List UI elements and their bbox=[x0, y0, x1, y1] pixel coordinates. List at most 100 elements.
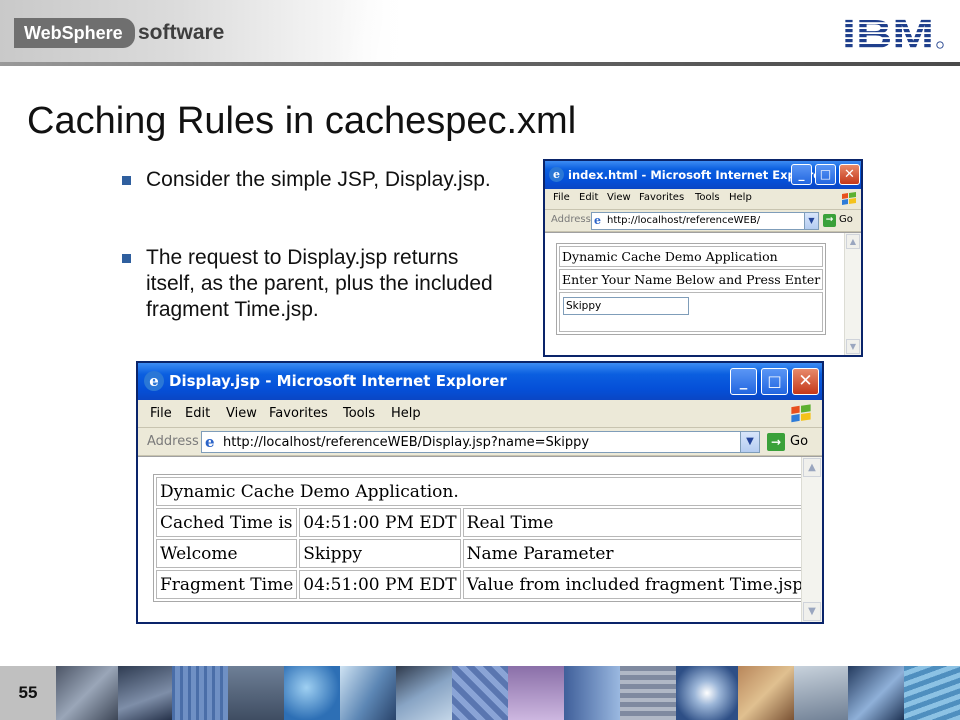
table-cell: 04:51:00 PM EDT bbox=[299, 570, 461, 599]
footer-image-tile bbox=[620, 666, 676, 720]
menu-view[interactable]: View bbox=[226, 406, 257, 421]
vertical-scrollbar[interactable]: ▲ ▼ bbox=[844, 233, 861, 355]
close-icon[interactable]: ✕ bbox=[792, 368, 819, 395]
footer-image-tile bbox=[340, 666, 396, 720]
windows-flag-icon bbox=[842, 192, 856, 205]
menu-bar: File Edit View Favorites Tools Help bbox=[545, 189, 861, 210]
table-row: Cached Time is 04:51:00 PM EDT Real Time bbox=[156, 508, 808, 537]
ie-logo-icon: e bbox=[549, 167, 564, 182]
websphere-software-label: software bbox=[138, 21, 225, 44]
bullet-item: Consider the simple JSP, Display.jsp. bbox=[122, 167, 502, 193]
menu-tools[interactable]: Tools bbox=[343, 406, 375, 421]
ie-page-icon: e bbox=[594, 214, 601, 227]
table-cell: 04:51:00 PM EDT bbox=[299, 508, 461, 537]
go-arrow-icon[interactable]: → bbox=[823, 214, 836, 227]
footer-image-tile bbox=[452, 666, 508, 720]
menu-favorites[interactable]: Favorites bbox=[639, 192, 684, 203]
results-table: Dynamic Cache Demo Application. Cached T… bbox=[153, 474, 811, 602]
close-icon[interactable]: ✕ bbox=[839, 164, 860, 185]
footer-image-tile bbox=[904, 666, 960, 720]
page-content: Dynamic Cache Demo Application. Cached T… bbox=[138, 456, 822, 622]
square-bullet-icon bbox=[122, 254, 131, 263]
address-label: Address bbox=[147, 434, 199, 449]
menu-file[interactable]: File bbox=[553, 192, 570, 203]
maximize-icon[interactable]: □ bbox=[761, 368, 788, 395]
bullet-item: The request to Display.jsp returns itsel… bbox=[122, 245, 502, 323]
slide-footer: 55 bbox=[0, 666, 960, 720]
menu-help[interactable]: Help bbox=[391, 406, 421, 421]
vertical-scrollbar[interactable]: ▲ ▼ bbox=[801, 457, 822, 622]
menu-help[interactable]: Help bbox=[729, 192, 752, 203]
menu-edit[interactable]: Edit bbox=[185, 406, 210, 421]
scroll-up-icon[interactable]: ▲ bbox=[803, 458, 821, 477]
footer-image-tile bbox=[738, 666, 794, 720]
table-row: Fragment Time 04:51:00 PM EDT Value from… bbox=[156, 570, 808, 599]
chevron-down-icon[interactable]: ▼ bbox=[804, 213, 818, 229]
address-bar: Address e http://localhost/referenceWEB/… bbox=[138, 428, 822, 456]
ie-logo-icon: e bbox=[144, 371, 164, 391]
table-cell: Cached Time is bbox=[156, 508, 298, 537]
go-arrow-icon[interactable]: → bbox=[767, 433, 785, 451]
minimize-icon[interactable]: _ bbox=[730, 368, 757, 395]
table-header-cell: Dynamic Cache Demo Application. bbox=[156, 477, 808, 506]
windows-flag-icon bbox=[791, 404, 811, 423]
window-title: Display.jsp - Microsoft Internet Explore… bbox=[169, 372, 507, 390]
bullet-text: Consider the simple JSP, Display.jsp. bbox=[146, 168, 491, 191]
address-bar: Address e http://localhost/referenceWEB/… bbox=[545, 210, 861, 232]
menu-favorites[interactable]: Favorites bbox=[269, 406, 328, 421]
footer-image-tile bbox=[284, 666, 340, 720]
table-row: Dynamic Cache Demo Application. bbox=[156, 477, 808, 506]
go-button[interactable]: Go bbox=[790, 434, 808, 449]
address-input[interactable]: e http://localhost/referenceWEB/Display.… bbox=[201, 431, 760, 453]
table-cell: Real Time bbox=[462, 508, 808, 537]
footer-image-tile bbox=[848, 666, 904, 720]
scroll-down-icon[interactable]: ▼ bbox=[803, 602, 821, 621]
table-cell: Name Parameter bbox=[462, 539, 808, 568]
maximize-icon[interactable]: □ bbox=[815, 164, 836, 185]
footer-image-tile bbox=[794, 666, 848, 720]
table-cell: Value from included fragment Time.jsp bbox=[462, 570, 808, 599]
titlebar[interactable]: e Display.jsp - Microsoft Internet Explo… bbox=[138, 363, 822, 400]
chevron-down-icon[interactable]: ▼ bbox=[740, 432, 759, 452]
footer-image-tile bbox=[172, 666, 228, 720]
ibm-logo: IBM bbox=[842, 14, 944, 54]
ie-window-display: e Display.jsp - Microsoft Internet Explo… bbox=[136, 361, 824, 624]
table-cell: Dynamic Cache Demo Application bbox=[559, 246, 824, 267]
websphere-badge: WebSphere bbox=[14, 18, 135, 48]
scroll-down-icon[interactable]: ▼ bbox=[846, 339, 860, 354]
menu-bar: File Edit View Favorites Tools Help bbox=[138, 400, 822, 428]
footer-image-tile bbox=[564, 666, 620, 720]
address-url: http://localhost/referenceWEB/Display.js… bbox=[223, 435, 590, 450]
address-url: http://localhost/referenceWEB/ bbox=[607, 215, 761, 226]
minimize-icon[interactable]: _ bbox=[791, 164, 812, 185]
slide-title: Caching Rules in cachespec.xml bbox=[27, 100, 577, 142]
menu-tools[interactable]: Tools bbox=[695, 192, 720, 203]
address-label: Address bbox=[551, 214, 591, 225]
window-title: index.html - Microsoft Internet Explorer bbox=[568, 168, 827, 182]
footer-image-tile bbox=[56, 666, 118, 720]
table-cell: Fragment Time bbox=[156, 570, 298, 599]
footer-image-tile bbox=[676, 666, 738, 720]
page-number: 55 bbox=[0, 666, 56, 720]
svg-text:IBM: IBM bbox=[842, 14, 934, 54]
scroll-up-icon[interactable]: ▲ bbox=[846, 234, 860, 249]
name-input[interactable] bbox=[563, 297, 689, 315]
header-rule bbox=[0, 62, 960, 66]
footer-image-tile bbox=[228, 666, 284, 720]
table-cell: Skippy bbox=[299, 539, 461, 568]
ie-page-icon: e bbox=[205, 433, 215, 451]
address-input[interactable]: e http://localhost/referenceWEB/ ▼ bbox=[591, 212, 819, 230]
page-content: Dynamic Cache Demo Application Enter You… bbox=[545, 232, 861, 355]
go-button[interactable]: Go bbox=[839, 214, 853, 225]
slide-header: WebSphere software IBM bbox=[0, 0, 960, 66]
footer-image-tile bbox=[118, 666, 172, 720]
table-cell: Welcome bbox=[156, 539, 298, 568]
table-row: Welcome Skippy Name Parameter bbox=[156, 539, 808, 568]
bullet-text: The request to Display.jsp returns itsel… bbox=[146, 246, 493, 321]
menu-file[interactable]: File bbox=[150, 406, 172, 421]
titlebar[interactable]: e index.html - Microsoft Internet Explor… bbox=[545, 161, 861, 189]
menu-view[interactable]: View bbox=[607, 192, 631, 203]
footer-image-tile bbox=[396, 666, 452, 720]
menu-edit[interactable]: Edit bbox=[579, 192, 598, 203]
ie-window-index: e index.html - Microsoft Internet Explor… bbox=[543, 159, 863, 357]
